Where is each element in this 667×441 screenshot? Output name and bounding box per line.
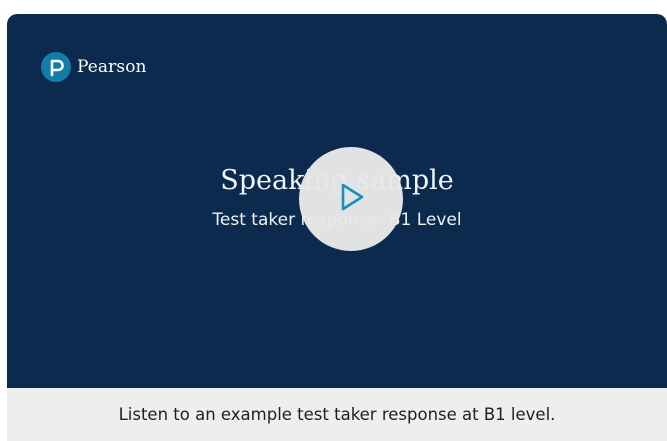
video-caption: Listen to an example test taker response… [118,405,556,424]
pearson-p-logo-icon [41,52,71,82]
brand-name: Pearson [77,57,147,77]
pearson-logo: Pearson [41,52,147,82]
video-player[interactable]: Pearson Speaking sample Test taker respo… [7,14,667,388]
play-icon [334,180,368,218]
play-button[interactable] [299,147,403,251]
video-card: Pearson Speaking sample Test taker respo… [7,14,667,441]
